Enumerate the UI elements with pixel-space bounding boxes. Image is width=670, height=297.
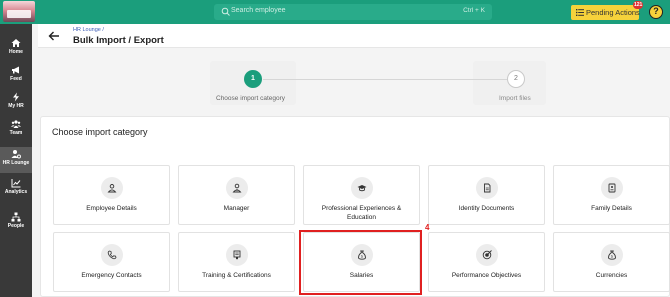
step-2-indicator: 2 <box>507 70 525 88</box>
category-label: Training & Certifications <box>202 272 271 279</box>
step-1-label: Choose import category <box>216 95 286 102</box>
sidebar-item-team[interactable]: Team <box>0 117 32 141</box>
megaphone-icon <box>12 66 19 74</box>
sidebar-item-feed[interactable]: Feed <box>0 63 32 87</box>
sidebar-item-home[interactable]: Home <box>0 36 32 60</box>
category-card-performance-objectives[interactable]: Performance Objectives <box>428 232 545 292</box>
certificate-icon <box>233 250 240 260</box>
sidebar-item-label: Team <box>9 130 23 136</box>
category-label: Employee Details <box>86 205 137 212</box>
category-card-identity-documents[interactable]: Identity Documents <box>428 165 545 225</box>
search-shortcut-hint: Ctrl + K <box>463 7 485 14</box>
pending-count-badge: 121 <box>633 1 644 9</box>
money-bag-icon: $ <box>607 250 616 260</box>
category-card-family-details[interactable]: Family Details <box>553 165 670 225</box>
category-card-emergency-contacts[interactable]: Emergency Contacts <box>53 232 170 292</box>
user-tie-icon-badge <box>225 177 248 199</box>
id-card-icon-badge <box>600 177 623 199</box>
id-card-icon <box>608 183 615 193</box>
home-icon <box>11 39 21 47</box>
category-card-training-certifications[interactable]: Training & Certifications <box>178 232 295 292</box>
user-icon-badge <box>100 177 123 199</box>
sidebar-item-hr-lounge[interactable]: HR Lounge <box>0 147 32 173</box>
sidebar-item-label: My HR <box>8 103 24 109</box>
target-icon-badge <box>475 244 498 266</box>
sidebar-item-analytics[interactable]: Analytics <box>0 176 32 200</box>
chart-icon <box>11 179 21 188</box>
team-icon <box>11 120 21 128</box>
category-label: Family Details <box>591 205 632 212</box>
graduation-cap-icon-badge <box>350 177 373 199</box>
sidebar-item-my-hr[interactable]: My HR <box>0 90 32 114</box>
company-logo[interactable] <box>3 1 35 22</box>
category-label: Emergency Contacts <box>81 272 142 279</box>
pending-actions-button[interactable]: Pending Actions <box>571 5 640 20</box>
sidebar-item-label: People <box>7 223 25 229</box>
svg-text:$: $ <box>610 255 612 259</box>
back-arrow-icon[interactable] <box>48 31 60 41</box>
sidebar-item-label: Home <box>9 49 23 55</box>
graduation-cap-icon <box>357 185 366 192</box>
sidebar-item-label: Feed <box>10 76 22 82</box>
highlight-box <box>299 230 422 295</box>
stepper-connector <box>263 79 508 80</box>
help-button[interactable]: ? <box>649 5 663 19</box>
category-label: Performance Objectives <box>451 272 522 279</box>
search-icon <box>221 7 230 16</box>
sidebar: Home Feed My HR Team HR Lounge Analytics… <box>0 24 32 297</box>
user-icon <box>107 184 116 193</box>
document-icon <box>483 183 490 193</box>
top-bar: Search employee Ctrl + K Pending Actions… <box>0 0 670 24</box>
category-label: Manager <box>223 205 250 212</box>
category-label: Identity Documents <box>458 205 515 212</box>
target-icon <box>482 250 492 260</box>
step-1-indicator: 1 <box>244 70 262 88</box>
sidebar-item-people[interactable]: People <box>0 210 32 234</box>
search-input[interactable]: Search employee Ctrl + K <box>214 4 492 20</box>
breadcrumb[interactable]: HR Lounge / <box>73 27 104 33</box>
category-card-professional-experiences[interactable]: Professional Experiences & Education <box>303 165 420 225</box>
document-icon-badge <box>475 177 498 199</box>
page-header: HR Lounge / Bulk Import / Export <box>38 24 670 48</box>
list-icon <box>576 9 584 16</box>
pending-actions-label: Pending Actions <box>586 8 640 17</box>
phone-icon-badge <box>100 244 123 266</box>
certificate-icon-badge <box>225 244 248 266</box>
sidebar-item-label: HR Lounge <box>2 160 30 166</box>
money-bag-icon-badge: $ <box>600 244 623 266</box>
category-card-manager[interactable]: Manager <box>178 165 295 225</box>
search-placeholder: Search employee <box>231 7 286 14</box>
category-card-employee-details[interactable]: Employee Details <box>53 165 170 225</box>
page-title: Bulk Import / Export <box>73 35 164 46</box>
user-tie-icon <box>232 183 241 193</box>
org-chart-icon <box>11 212 21 222</box>
category-card-currencies[interactable]: $ Currencies <box>553 232 670 292</box>
user-gear-icon <box>11 150 21 159</box>
bolt-icon <box>13 92 19 102</box>
panel-title: Choose import category <box>52 127 148 137</box>
sidebar-item-label: Analytics <box>4 189 28 195</box>
phone-icon <box>107 250 116 260</box>
step-2-label: Import files <box>499 95 531 102</box>
annotation-number: 4 <box>425 223 430 232</box>
category-label: Currencies <box>595 272 628 279</box>
category-label: Professional Experiences & Education <box>321 205 402 221</box>
